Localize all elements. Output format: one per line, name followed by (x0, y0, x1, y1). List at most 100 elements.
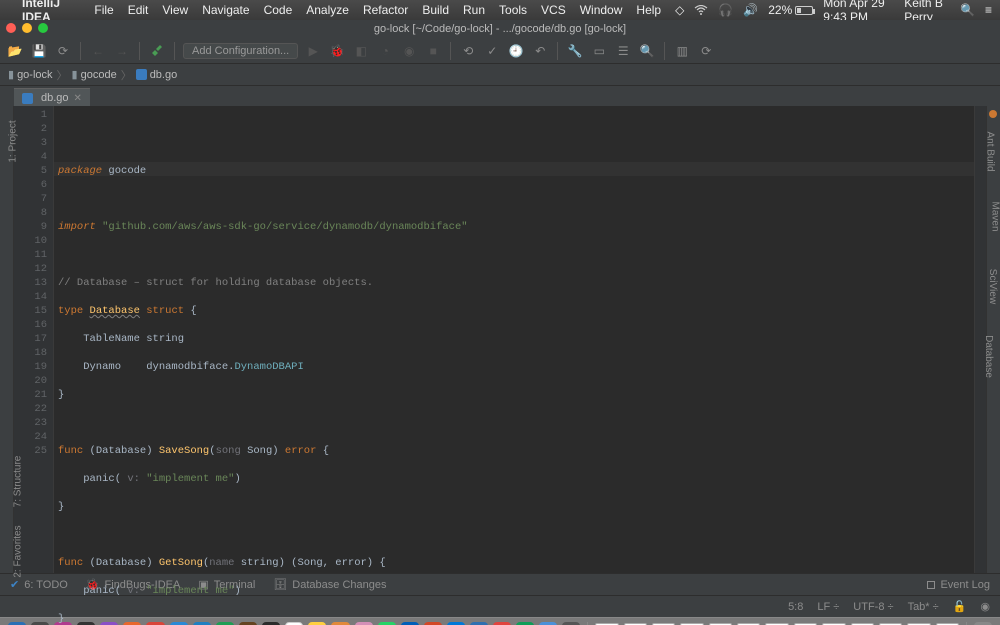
sync-icon[interactable]: ⟳ (54, 42, 72, 60)
menu-build[interactable]: Build (422, 3, 449, 17)
coverage-icon[interactable]: ◧ (352, 42, 370, 60)
editor-area: 1: Project 7: Structure 2: Favorites 1 2… (0, 106, 1000, 573)
line-number: 13 (14, 276, 47, 290)
maximize-window-button[interactable] (38, 23, 48, 33)
go-file-icon (22, 93, 33, 104)
concurrency-icon[interactable]: ◉ (400, 42, 418, 60)
line-number: 5 (14, 164, 47, 178)
menu-file[interactable]: File (94, 3, 113, 17)
window-titlebar: go-lock [~/Code/go-lock] - .../gocode/db… (0, 20, 1000, 38)
line-number: 1 (14, 108, 47, 122)
dock-app-finder[interactable] (8, 622, 26, 625)
save-icon[interactable]: 💾 (30, 42, 48, 60)
vcs-update-icon[interactable]: ⟲ (459, 42, 477, 60)
chevron-right-icon: 〉 (57, 67, 68, 83)
analysis-indicator-icon[interactable] (989, 110, 997, 118)
run-config-selector[interactable]: Add Configuration... (183, 43, 298, 59)
vcs-commit-icon[interactable]: ✓ (483, 42, 501, 60)
tool-maven[interactable]: Maven (989, 201, 1000, 231)
menu-navigate[interactable]: Navigate (202, 3, 249, 17)
tool-sciview[interactable]: SciView (987, 269, 998, 304)
menu-refactor[interactable]: Refactor (363, 3, 408, 17)
headphones-icon[interactable]: 🎧 (718, 3, 733, 17)
chevron-right-icon: 〉 (121, 67, 132, 83)
spotlight-icon[interactable]: 🔍 (960, 3, 975, 17)
line-number: 15 (14, 304, 47, 318)
minimize-window-button[interactable] (22, 23, 32, 33)
line-number: 21 (14, 388, 47, 402)
line-number: 19 (14, 360, 47, 374)
close-tab-icon[interactable]: ✕ (74, 93, 82, 104)
line-number: 24 (14, 430, 47, 444)
code-editor[interactable]: package gocode import "github.com/aws/aw… (54, 106, 974, 573)
battery-icon (795, 6, 813, 15)
menu-tools[interactable]: Tools (499, 3, 527, 17)
dock-trash-icon[interactable] (974, 622, 992, 625)
run-icon[interactable]: ▶ (304, 42, 322, 60)
tool-ant[interactable]: Ant Build (984, 131, 995, 171)
tab-db-go[interactable]: db.go ✕ (14, 88, 90, 106)
line-number: 20 (14, 374, 47, 388)
wifi-icon[interactable] (694, 5, 708, 15)
line-number: 12 (14, 262, 47, 276)
tool-structure[interactable]: 7: Structure (12, 456, 23, 508)
menu-edit[interactable]: Edit (128, 3, 149, 17)
breadcrumb-file-label: db.go (150, 69, 178, 81)
folder-icon: ▮ (8, 69, 14, 81)
search-everywhere-icon[interactable]: 🔍 (638, 42, 656, 60)
menu-help[interactable]: Help (636, 3, 661, 17)
battery-status[interactable]: 22% (768, 3, 813, 17)
breadcrumb-file[interactable]: db.go (136, 69, 178, 81)
back-icon[interactable]: ← (89, 42, 107, 60)
tool-favorites[interactable]: 2: Favorites (13, 525, 24, 577)
breadcrumb-folder-label: gocode (81, 69, 117, 81)
dock-app[interactable] (31, 622, 49, 625)
tool-database[interactable]: Database (983, 335, 994, 378)
build-hammer-icon[interactable] (148, 42, 166, 60)
settings-icon[interactable]: 🔧 (566, 42, 584, 60)
open-icon[interactable]: 📂 (6, 42, 24, 60)
menu-window[interactable]: Window (580, 3, 623, 17)
profile-icon[interactable]: ◔ (376, 42, 394, 60)
battery-pct-label: 22% (768, 3, 792, 17)
menu-view[interactable]: View (162, 3, 188, 17)
menu-code[interactable]: Code (264, 3, 293, 17)
split-icon[interactable]: ▥ (673, 42, 691, 60)
folder-icon: ▮ (72, 69, 78, 81)
menu-run[interactable]: Run (463, 3, 485, 17)
vcs-revert-icon[interactable]: ↶ (531, 42, 549, 60)
line-number: 7 (14, 192, 47, 206)
debug-icon[interactable]: 🐞 (328, 42, 346, 60)
breadcrumb-root[interactable]: ▮go-lock (8, 68, 53, 81)
mac-menubar: IntelliJ IDEA File Edit View Navigate Co… (0, 0, 1000, 20)
notification-center-icon[interactable]: ≡ (985, 3, 992, 17)
vcs-history-icon[interactable]: 🕘 (507, 42, 525, 60)
line-number: 4 (14, 150, 47, 164)
structure-icon[interactable]: ☰ (614, 42, 632, 60)
breadcrumb: ▮go-lock 〉 ▮gocode 〉 db.go (0, 64, 1000, 86)
line-number: 17 (14, 332, 47, 346)
close-window-button[interactable] (6, 23, 16, 33)
right-tool-strip: Ant Build Maven SciView Database (986, 106, 1000, 573)
breadcrumb-folder[interactable]: ▮gocode (72, 68, 117, 81)
forward-icon[interactable]: → (113, 42, 131, 60)
line-number: 10 (14, 234, 47, 248)
dropbox-icon[interactable]: ◇ (675, 3, 684, 17)
sdk-icon[interactable]: ▭ (590, 42, 608, 60)
line-number: 16 (14, 318, 47, 332)
volume-icon[interactable]: 🔊 (743, 3, 758, 17)
breadcrumb-root-label: go-lock (17, 69, 52, 81)
menu-analyze[interactable]: Analyze (306, 3, 349, 17)
window-controls (6, 23, 48, 33)
window-title: go-lock [~/Code/go-lock] - .../gocode/db… (374, 23, 626, 35)
stop-icon[interactable]: ■ (424, 42, 442, 60)
line-number: 6 (14, 178, 47, 192)
reload-icon[interactable]: ⟳ (697, 42, 715, 60)
inspector-icon[interactable]: ◉ (980, 600, 990, 613)
line-number: 8 (14, 206, 47, 220)
line-number: 22 (14, 402, 47, 416)
go-file-icon (136, 69, 147, 80)
tool-project[interactable]: 1: Project (8, 120, 19, 162)
menu-vcs[interactable]: VCS (541, 3, 566, 17)
line-number: 3 (14, 136, 47, 150)
